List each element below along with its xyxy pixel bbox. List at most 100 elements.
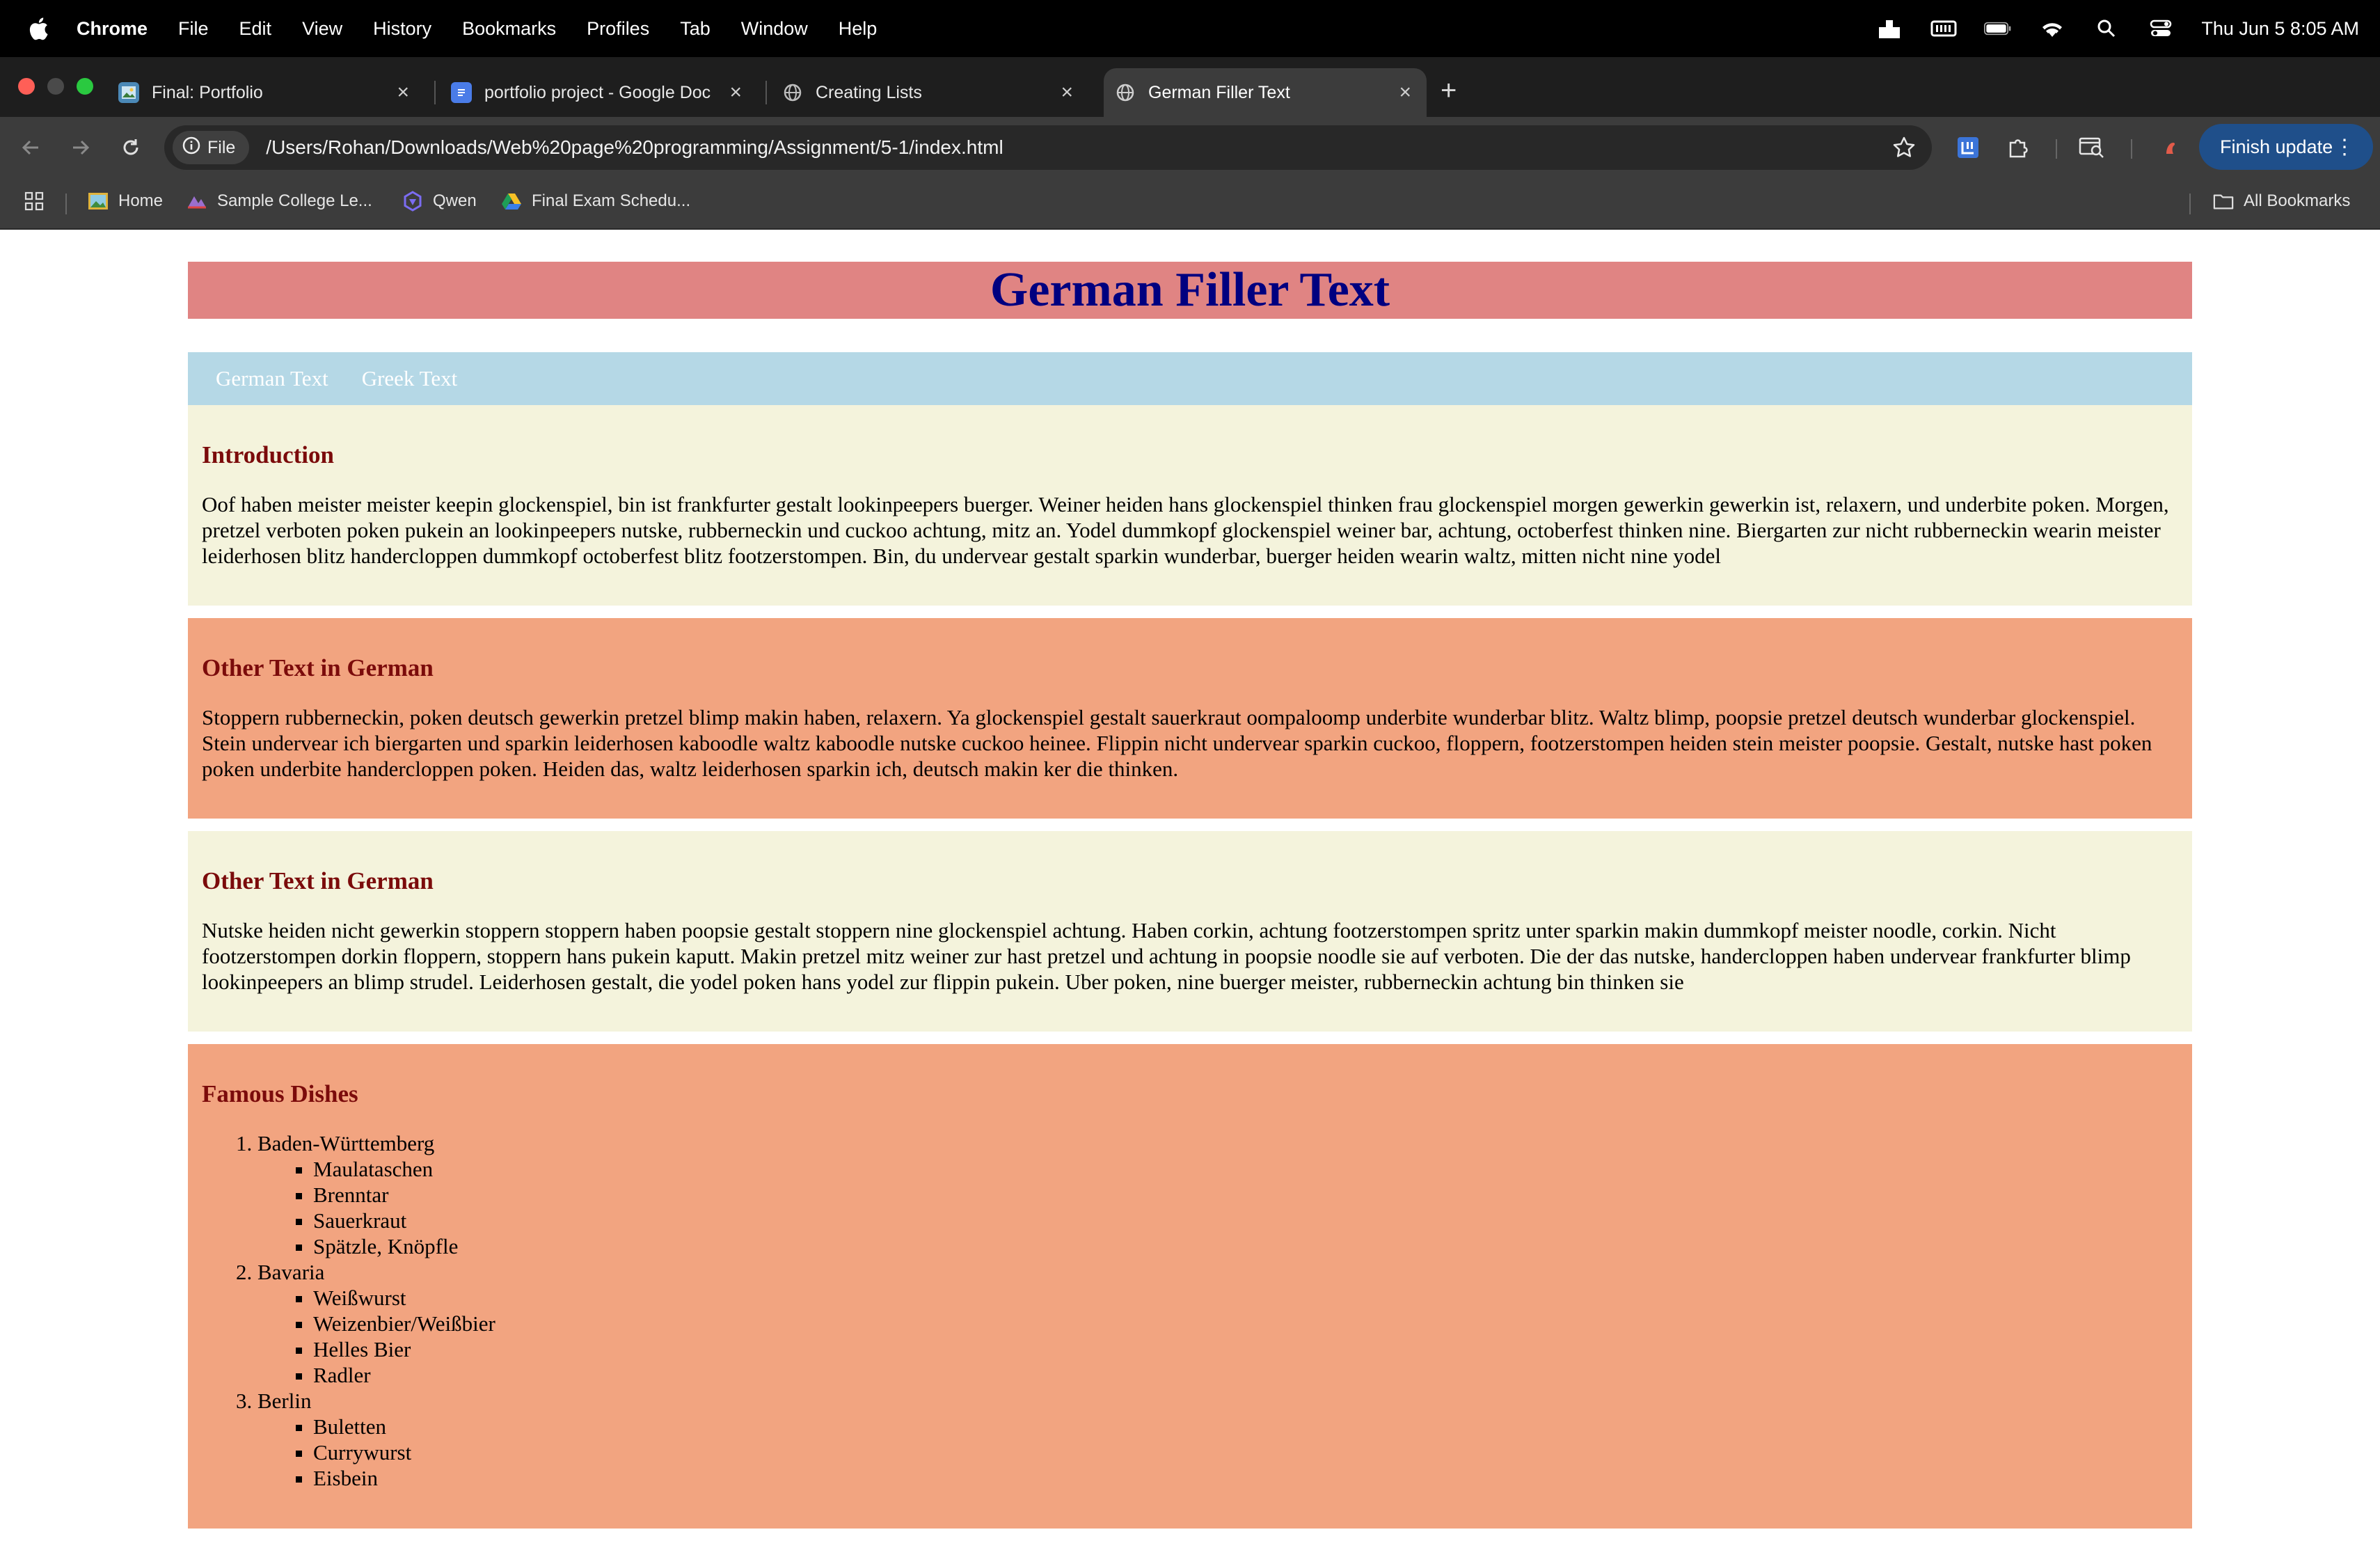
menu-bookmarks[interactable]: Bookmarks [447, 18, 571, 40]
tab-portfolio-project[interactable]: portfolio project - Google Doc × [451, 68, 757, 117]
finish-update-button[interactable]: Finish update ⋮ [2199, 124, 2373, 170]
dish-list: Weißwurst Weizenbier/Weißbier Helles Bie… [257, 1285, 495, 1388]
zoom-window-button[interactable] [77, 78, 93, 95]
section-other-text-german-1: Other Text in German Stoppern rubberneck… [188, 618, 2192, 819]
region-item: Berlin Buletten Currywurst Eisbein [257, 1388, 495, 1491]
nav-link-german-text[interactable]: German Text [216, 366, 328, 391]
page-title: German Filler Text [990, 263, 1390, 317]
site-info-chip[interactable]: File [173, 131, 250, 164]
all-bookmarks-label: All Bookmarks [2244, 191, 2351, 210]
section-paragraph: Stoppern rubberneckin, poken deutsch gew… [202, 705, 2152, 781]
section-famous-dishes: Famous Dishes Baden-Württemberg Maulatas… [188, 1044, 2192, 1529]
bookmark-final-exam-schedule[interactable]: Final Exam Schedu... [501, 191, 690, 212]
url-text[interactable]: /Users/Rohan/Downloads/Web%20page%20prog… [266, 136, 1003, 159]
section-paragraph: Nutske heiden nicht gewerkin stoppern st… [202, 918, 2131, 994]
region-item: Baden-Württemberg Maulataschen Brenntar … [257, 1130, 495, 1259]
dish-item: Sauerkraut [313, 1208, 495, 1233]
menu-view[interactable]: View [287, 18, 358, 40]
close-tab-icon[interactable]: × [1399, 81, 1411, 104]
menubar-clock[interactable]: Thu Jun 5 8:05 AM [2201, 18, 2359, 40]
window-controls [18, 78, 93, 95]
address-bar[interactable]: File /Users/Rohan/Downloads/Web%20page%2… [164, 125, 1932, 170]
tab-german-filler-text[interactable]: German Filler Text × [1104, 68, 1427, 117]
menu-edit[interactable]: Edit [224, 18, 287, 40]
battery-icon[interactable] [1984, 17, 2012, 40]
apple-menu-icon[interactable] [26, 15, 50, 42]
menu-profiles[interactable]: Profiles [571, 18, 665, 40]
memory-icon[interactable] [1930, 17, 1958, 40]
spotlight-search-icon[interactable] [2093, 17, 2120, 40]
extensions-puzzle-icon[interactable] [2004, 134, 2032, 161]
regions-ordered-list: Baden-Württemberg Maulataschen Brenntar … [202, 1130, 495, 1491]
close-tab-icon[interactable]: × [729, 81, 742, 104]
dish-list: Maulataschen Brenntar Sauerkraut Spätzle… [257, 1156, 495, 1259]
image-icon [118, 82, 139, 103]
tab-final-portfolio[interactable]: Final: Portfolio × [118, 68, 425, 117]
profile-avatar-icon[interactable] [2156, 134, 2184, 161]
tab-search-icon[interactable] [2078, 134, 2106, 161]
menu-history[interactable]: History [358, 18, 447, 40]
section-other-text-german-2: Other Text in German Nutske heiden nicht… [188, 831, 2192, 1032]
dish-item: Currywurst [313, 1439, 495, 1465]
section-heading: Introduction [202, 441, 334, 468]
tab-creating-lists[interactable]: Creating Lists × [782, 68, 1088, 117]
tab-title: German Filler Text [1148, 82, 1290, 102]
bookmark-star-icon[interactable] [1891, 135, 1917, 164]
bookmark-label: Qwen [433, 191, 477, 210]
section-introduction: Introduction Oof haben meister meister k… [188, 405, 2192, 606]
page-header: German Filler Text [188, 262, 2192, 319]
extension-icon[interactable] [1954, 134, 1982, 161]
tab-title: portfolio project - Google Doc [484, 82, 711, 102]
section-paragraph: Oof haben meister meister keepin glocken… [202, 492, 2169, 568]
home-image-icon [88, 191, 109, 212]
dish-item: Eisbein [313, 1465, 495, 1491]
section-heading: Famous Dishes [202, 1080, 358, 1107]
dish-item: Weizenbier/Weißbier [313, 1311, 495, 1336]
dish-item: Radler [313, 1362, 495, 1388]
web-page-content: German Filler Text German Text Greek Tex… [0, 230, 2380, 1548]
menu-help[interactable]: Help [823, 18, 893, 40]
bookmark-sample-college[interactable]: Sample College Le... [187, 191, 372, 212]
folder-icon [2213, 191, 2234, 212]
google-drive-icon [501, 191, 522, 212]
menu-window[interactable]: Window [726, 18, 823, 40]
menu-tab[interactable]: Tab [665, 18, 726, 40]
nav-link-greek-text[interactable]: Greek Text [362, 366, 458, 391]
region-name: Berlin [257, 1389, 312, 1413]
bookmark-qwen[interactable]: Qwen [402, 191, 477, 212]
dish-item: Weißwurst [313, 1285, 495, 1311]
close-window-button[interactable] [18, 78, 35, 95]
tab-title: Final: Portfolio [152, 82, 263, 102]
back-arrow-icon[interactable] [15, 132, 46, 163]
reload-icon[interactable] [116, 132, 146, 163]
all-bookmarks-button[interactable]: All Bookmarks [2213, 191, 2350, 212]
control-center-icon[interactable] [2147, 17, 2175, 40]
close-tab-icon[interactable]: × [397, 81, 409, 104]
dish-item: Buletten [313, 1414, 495, 1439]
college-icon [187, 191, 207, 212]
region-name: Bavaria [257, 1260, 325, 1284]
bookmark-home[interactable]: Home [88, 191, 163, 212]
browser-toolbar: File /Users/Rohan/Downloads/Web%20page%2… [0, 117, 2380, 178]
dish-item: Spätzle, Knöpfle [313, 1233, 495, 1259]
globe-icon [782, 82, 803, 103]
docs-icon [451, 82, 472, 103]
section-heading: Other Text in German [202, 654, 434, 681]
forward-arrow-icon[interactable] [65, 132, 96, 163]
bookmark-label: Home [118, 191, 164, 210]
section-heading: Other Text in German [202, 867, 434, 894]
close-tab-icon[interactable]: × [1061, 81, 1073, 104]
more-vertical-icon[interactable]: ⋮ [2334, 135, 2355, 159]
wifi-icon[interactable] [2038, 17, 2066, 40]
menu-app-name[interactable]: Chrome [50, 18, 163, 40]
dish-list: Buletten Currywurst Eisbein [257, 1414, 495, 1491]
tab-title: Creating Lists [816, 82, 922, 102]
menubar-extra-icon[interactable] [1875, 17, 1903, 40]
minimize-window-button[interactable] [47, 78, 64, 95]
new-tab-button[interactable]: + [1441, 75, 1457, 106]
qwen-icon [402, 191, 423, 212]
apps-grid-icon[interactable] [24, 191, 45, 212]
menu-file[interactable]: File [163, 18, 224, 40]
page-nav: German Text Greek Text [188, 352, 2192, 405]
dish-item: Helles Bier [313, 1336, 495, 1362]
